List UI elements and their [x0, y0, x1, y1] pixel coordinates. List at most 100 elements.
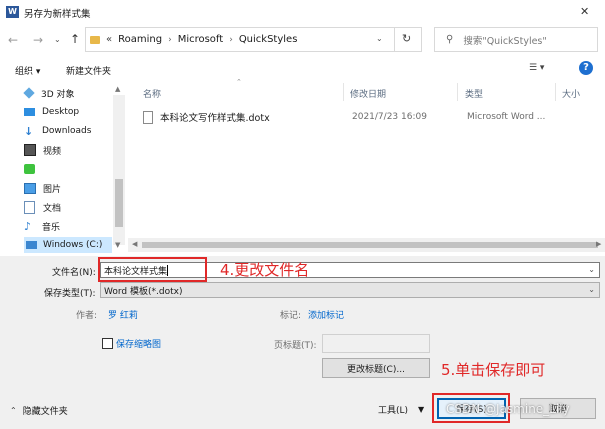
search-placeholder: 搜索"QuickStyles" [463, 35, 547, 47]
nav-scroll-down-icon[interactable]: ▼ [115, 241, 120, 249]
organize-button[interactable]: 组织 ▾ [15, 64, 40, 77]
change-title-label: 更改标题(C)... [347, 364, 405, 375]
annotation-step5: 5.单击保存即可 [441, 361, 546, 379]
music-icon: ♪ [24, 219, 32, 233]
forward-icon[interactable]: → [33, 33, 43, 47]
author-label: 作者: [76, 311, 98, 321]
column-header-size[interactable]: 大小 [562, 87, 580, 100]
watermark: CSDN @Jasmine_Lily [446, 402, 570, 416]
breadcrumb-prefix: « [106, 34, 113, 45]
scroll-left-icon[interactable]: ◀ [132, 240, 137, 248]
hscroll-thumb[interactable] [142, 242, 598, 248]
title-bar: W 另存为新样式集 ✕ [0, 0, 605, 24]
wechat-icon [24, 164, 35, 174]
column-header-type[interactable]: 类型 [465, 87, 483, 100]
video-icon [24, 144, 36, 156]
nav-scroll-up-icon[interactable]: ▲ [115, 85, 120, 93]
chevron-up-icon: ⌃ [10, 406, 17, 415]
desktop-icon [24, 108, 35, 116]
hide-folders-label: 隐藏文件夹 [22, 407, 68, 417]
nav-item-label: Desktop [42, 107, 80, 117]
nav-item-label: Windows (C:) [43, 240, 103, 250]
save-thumbnail-checkbox[interactable]: 保存缩略图 [102, 337, 161, 350]
help-icon[interactable]: ? [579, 61, 593, 75]
nav-item-desktop[interactable]: Desktop [24, 104, 79, 120]
page-title-input [322, 334, 430, 353]
column-divider [555, 83, 556, 101]
nav-item-downloads[interactable]: ↓ Downloads [24, 123, 91, 139]
dotx-file-icon [143, 110, 153, 124]
page-title-label: 页标题(T): [274, 341, 317, 351]
nav-item-label: 图片 [43, 184, 62, 195]
nav-item-label: Downloads [42, 126, 92, 136]
window-title: 另存为新样式集 [24, 9, 91, 20]
close-button[interactable]: ✕ [580, 5, 589, 18]
nav-item-pictures[interactable]: 图片 [24, 180, 61, 196]
address-bar[interactable]: « Roaming › Microsoft › QuickStyles ⌄ ↻ [85, 27, 422, 52]
search-box[interactable]: ⚲ 搜索"QuickStyles" [434, 27, 598, 52]
checkbox-box[interactable] [102, 338, 113, 349]
filename-label: 文件名(N): [52, 268, 96, 278]
column-divider [457, 83, 458, 101]
hide-folders-toggle[interactable]: ⌃ 隐藏文件夹 [10, 404, 68, 417]
nav-scrollbar-track[interactable] [113, 95, 125, 245]
nav-item-3d-objects[interactable]: 3D 对象 [23, 85, 75, 101]
recent-chevron-icon[interactable]: ⌄ [54, 35, 61, 44]
view-options-icon[interactable]: ☰ ▾ [529, 63, 544, 73]
back-icon[interactable]: ← [8, 33, 18, 47]
search-icon: ⚲ [446, 34, 454, 45]
up-icon[interactable]: ↑ [70, 32, 80, 46]
scroll-right-icon[interactable]: ▶ [596, 240, 601, 248]
change-title-button[interactable]: 更改标题(C)... [322, 358, 430, 378]
file-row[interactable]: 本科论文写作样式集.dotx 2021/7/23 16:09 Microsoft… [143, 108, 603, 126]
address-separator [394, 28, 395, 51]
picture-icon [24, 182, 36, 194]
breadcrumb-roaming[interactable]: Roaming [118, 34, 162, 45]
file-type: Microsoft Word ... [467, 112, 546, 122]
annotation-step4: 4.更改文件名 [220, 261, 310, 279]
file-list: ⌃ 名称 修改日期 类型 大小 本科论文写作样式集.dotx 2021/7/23… [128, 78, 605, 255]
breadcrumb-microsoft[interactable]: Microsoft [178, 34, 224, 45]
new-folder-button[interactable]: 新建文件夹 [66, 64, 111, 77]
nav-item-music[interactable]: ♪ 音乐 [24, 218, 60, 234]
document-icon [24, 200, 35, 214]
chevron-right-icon: › [229, 34, 233, 45]
tools-menu[interactable]: 工具(L) ▼ [378, 403, 424, 416]
tags-value[interactable]: 添加标记 [308, 308, 344, 321]
download-icon: ↓ [24, 124, 34, 138]
column-divider [343, 83, 344, 101]
nav-item-windows-drive[interactable]: Windows (C:) [24, 237, 112, 253]
file-list-hscrollbar[interactable]: ◀ ▶ [128, 238, 605, 252]
file-modified: 2021/7/23 16:09 [352, 112, 427, 122]
filename-dropdown-icon[interactable]: ⌄ [588, 265, 595, 274]
save-thumbnail-label: 保存缩略图 [116, 340, 162, 350]
tags-label: 标记: [280, 311, 302, 321]
address-dropdown-icon[interactable]: ⌄ [376, 34, 383, 43]
nav-item-label: 3D 对象 [41, 89, 75, 100]
cube-icon [23, 87, 35, 99]
drive-icon [26, 241, 37, 249]
folder-icon [90, 35, 100, 44]
breadcrumb-quickstyles[interactable]: QuickStyles [239, 34, 298, 45]
word-app-icon: W [6, 6, 19, 18]
file-name: 本科论文写作样式集.dotx [160, 113, 270, 124]
nav-item-wechat[interactable] [24, 161, 42, 177]
nav-item-videos[interactable]: 视频 [24, 142, 61, 158]
nav-item-label: 视频 [43, 146, 62, 157]
sort-indicator-icon: ⌃ [236, 78, 242, 86]
author-value[interactable]: 罗 红莉 [108, 308, 138, 321]
tools-label: 工具(L) [378, 406, 409, 416]
nav-item-label: 文档 [43, 203, 62, 214]
nav-item-documents[interactable]: 文档 [24, 199, 61, 215]
column-header-modified[interactable]: 修改日期 [350, 87, 386, 100]
nav-pane: ▲ ▼ 3D 对象 Desktop ↓ Downloads 视频 图片 文档 ♪… [0, 79, 126, 255]
nav-scrollbar-thumb[interactable] [115, 179, 123, 227]
chevron-right-icon: › [168, 34, 172, 45]
filetype-label: 保存类型(T): [44, 289, 96, 299]
filename-highlight [98, 257, 207, 282]
filetype-select[interactable]: Word 模板(*.dotx) ⌄ [100, 282, 600, 298]
filetype-dropdown-icon[interactable]: ⌄ [588, 285, 595, 294]
column-header-name[interactable]: 名称 [143, 87, 161, 100]
refresh-icon[interactable]: ↻ [402, 32, 411, 45]
nav-item-label: 音乐 [42, 222, 61, 233]
